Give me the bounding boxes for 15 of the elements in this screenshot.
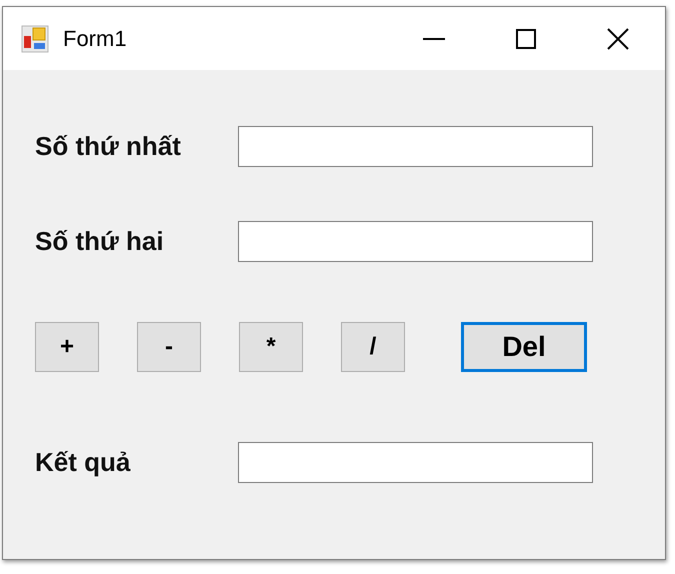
window-title: Form1 (63, 26, 127, 52)
result-label: Kết quả (35, 447, 132, 478)
operator-button[interactable]: - (137, 322, 201, 372)
field-label: Số thứ hai (35, 226, 165, 257)
operator-button[interactable]: * (239, 322, 303, 372)
app-icon (21, 24, 49, 52)
operator-button[interactable]: Del (461, 322, 587, 372)
result-field[interactable] (238, 442, 593, 483)
input-field[interactable] (238, 221, 593, 262)
close-icon[interactable] (607, 28, 629, 50)
operator-button[interactable]: + (35, 322, 99, 372)
field-label: Số thứ nhất (35, 131, 182, 162)
maximize-icon[interactable] (516, 28, 536, 48)
input-field[interactable] (238, 126, 593, 167)
operator-button[interactable]: / (341, 322, 405, 372)
